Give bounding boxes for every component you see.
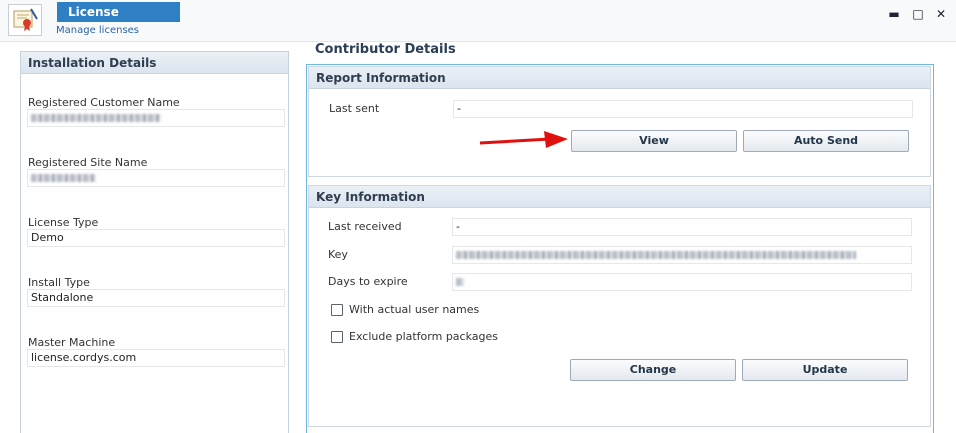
exclude-platform-label: Exclude platform packages — [349, 330, 498, 343]
maximize-button[interactable]: □ — [911, 6, 925, 22]
app-subtitle: Manage licenses — [56, 25, 140, 36]
installation-details-title: Installation Details — [21, 52, 288, 74]
license-type-label: License Type — [28, 216, 99, 229]
change-button[interactable]: Change — [570, 359, 736, 381]
report-information-title: Report Information — [309, 67, 930, 89]
with-user-names-label: With actual user names — [349, 303, 480, 316]
license-type-field: Demo — [27, 229, 285, 247]
customer-name-field — [27, 109, 285, 127]
customer-name-label: Registered Customer Name — [28, 96, 180, 109]
auto-send-button[interactable]: Auto Send — [743, 130, 909, 152]
app-title: License Manager — [57, 2, 180, 39]
days-to-expire-field — [452, 273, 912, 291]
redacted-value — [31, 174, 96, 182]
site-name-label: Registered Site Name — [28, 156, 148, 169]
close-button[interactable]: ✕ — [934, 6, 948, 22]
key-information-section: Key Information Last received - Key Days… — [308, 185, 931, 427]
last-received-label: Last received — [328, 220, 402, 233]
installation-details-panel: Installation Details Registered Customer… — [20, 51, 289, 433]
last-sent-label: Last sent — [329, 102, 380, 115]
key-label: Key — [328, 248, 348, 261]
with-user-names-checkbox[interactable] — [331, 304, 343, 316]
install-type-field: Standalone — [27, 289, 285, 307]
minimize-button[interactable]: ▬ — [887, 6, 901, 22]
report-information-section: Report Information Last sent - View Auto… — [308, 66, 931, 177]
app-header: License Manager Manage licenses ▬ □ ✕ — [0, 0, 956, 42]
update-button[interactable]: Update — [742, 359, 908, 381]
redacted-value — [456, 278, 464, 286]
redacted-value — [31, 114, 161, 122]
install-type-label: Install Type — [28, 276, 90, 289]
master-machine-field: license.cordys.com — [27, 349, 285, 367]
site-name-field — [27, 169, 285, 187]
key-information-title: Key Information — [309, 186, 930, 208]
days-to-expire-label: Days to expire — [328, 275, 408, 288]
redacted-value — [456, 251, 856, 259]
last-received-field: - — [452, 218, 912, 236]
last-sent-field: - — [453, 100, 913, 118]
key-field — [452, 246, 912, 264]
exclude-platform-checkbox[interactable] — [331, 331, 343, 343]
master-machine-label: Master Machine — [28, 336, 116, 349]
view-button[interactable]: View — [571, 130, 737, 152]
red-arrow-annotation-icon — [479, 131, 568, 148]
license-certificate-icon — [8, 4, 42, 36]
contributor-details-title: Contributor Details — [315, 42, 456, 57]
